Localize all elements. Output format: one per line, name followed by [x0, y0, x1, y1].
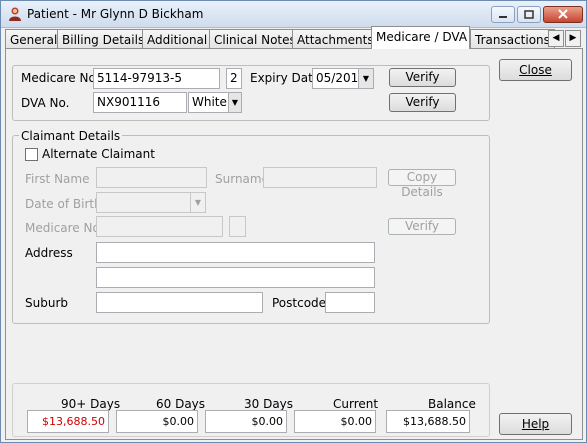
- tab-clinical-notes[interactable]: Clinical Notes: [209, 29, 301, 49]
- aging-60-label: 60 Days: [156, 397, 206, 411]
- help-button[interactable]: Help: [499, 413, 572, 435]
- suburb-input[interactable]: [96, 292, 263, 313]
- aging-30-value: $0.00: [205, 410, 287, 433]
- first-name-input[interactable]: [96, 167, 207, 188]
- minimize-button[interactable]: [491, 6, 515, 23]
- chevron-left-icon: ◀: [552, 33, 560, 43]
- patient-window: Patient - Mr Glynn D Bickham General Bil…: [0, 0, 587, 443]
- card-color-combo[interactable]: White ▼: [188, 92, 242, 113]
- first-name-label: First Name: [25, 172, 90, 186]
- medicare-irn-input[interactable]: 2: [226, 68, 242, 89]
- tab-medicare-dva[interactable]: Medicare / DVA: [371, 26, 470, 49]
- maximize-icon: [524, 10, 534, 19]
- close-button[interactable]: Close: [499, 59, 572, 81]
- claimant-medicare-no-label: Medicare No: [25, 221, 100, 235]
- dva-no-input[interactable]: NX901116: [93, 92, 187, 113]
- postcode-input[interactable]: [325, 292, 375, 313]
- claimant-medicare-no-input[interactable]: [96, 216, 223, 237]
- medicare-dva-page: Medicare No 5114-97913-5 2 Expiry Date 0…: [5, 48, 583, 440]
- date-of-birth-label: Date of Birth: [25, 197, 102, 211]
- medicare-no-label: Medicare No: [21, 71, 96, 85]
- dva-no-label: DVA No.: [21, 96, 70, 110]
- suburb-label: Suburb: [25, 296, 68, 310]
- date-of-birth-combo[interactable]: ▼: [96, 192, 206, 213]
- surname-label: Surname: [215, 172, 269, 186]
- maximize-button[interactable]: [517, 6, 541, 23]
- tab-attachments[interactable]: Attachments: [292, 29, 379, 49]
- alternate-claimant-checkbox[interactable]: [25, 148, 38, 161]
- window-title: Patient - Mr Glynn D Bickham: [27, 7, 204, 21]
- tab-billing-details[interactable]: Billing Details: [57, 29, 150, 49]
- verify-claimant-button[interactable]: Verify: [388, 218, 456, 235]
- medicare-dva-group: Medicare No 5114-97913-5 2 Expiry Date 0…: [12, 65, 490, 121]
- tab-strip: General Billing Details Additional Clini…: [5, 26, 583, 49]
- chevron-right-icon: ▶: [569, 33, 577, 43]
- card-color-value: White: [192, 95, 227, 109]
- tab-additional[interactable]: Additional: [142, 29, 213, 49]
- address-line1-input[interactable]: [96, 242, 375, 263]
- tab-scroll-left-button[interactable]: ◀: [548, 30, 564, 47]
- help-button-label: Help: [521, 417, 550, 431]
- close-icon: [558, 9, 568, 19]
- expiry-date-combo[interactable]: 05/2013 ▼: [312, 68, 374, 89]
- aging-90-value: $13,688.50: [27, 410, 109, 433]
- expiry-date-label: Expiry Date: [250, 71, 321, 85]
- claimant-irn-input[interactable]: [229, 216, 246, 237]
- claimant-details-group: Claimant Details Alternate Claimant Firs…: [12, 129, 490, 324]
- tab-scroll-right-button[interactable]: ▶: [565, 30, 581, 47]
- title-bar: Patient - Mr Glynn D Bickham: [1, 1, 586, 28]
- surname-input[interactable]: [263, 167, 377, 188]
- aging-summary-group: 90+ Days 60 Days 30 Days Current Balance…: [12, 383, 490, 437]
- chevron-down-icon[interactable]: ▼: [358, 69, 373, 88]
- patient-icon: [9, 7, 21, 21]
- aging-balance-label: Balance: [428, 397, 476, 411]
- address-label: Address: [25, 246, 73, 260]
- verify-medicare-button[interactable]: Verify: [389, 68, 456, 87]
- postcode-label: Postcode: [272, 296, 327, 310]
- minimize-icon: [499, 16, 507, 18]
- aging-60-value: $0.00: [116, 410, 198, 433]
- verify-dva-button[interactable]: Verify: [389, 93, 456, 112]
- close-window-button[interactable]: [543, 6, 583, 23]
- chevron-down-icon[interactable]: ▼: [228, 93, 241, 112]
- chevron-down-icon[interactable]: ▼: [190, 193, 205, 212]
- address-line2-input[interactable]: [96, 267, 375, 288]
- aging-balance-value: $13,688.50: [386, 410, 470, 433]
- medicare-no-input[interactable]: 5114-97913-5: [93, 68, 220, 89]
- aging-90-label: 90+ Days: [61, 397, 121, 411]
- claimant-group-title: Claimant Details: [19, 129, 123, 143]
- close-button-label: Close: [519, 63, 552, 77]
- aging-current-value: $0.00: [294, 410, 376, 433]
- copy-details-button[interactable]: Copy Details: [388, 169, 456, 199]
- alternate-claimant-label: Alternate Claimant: [42, 147, 155, 161]
- aging-current-label: Current: [333, 397, 379, 411]
- tab-transactions[interactable]: Transactions: [470, 29, 555, 49]
- aging-30-label: 30 Days: [244, 397, 294, 411]
- tab-general[interactable]: General: [5, 29, 63, 49]
